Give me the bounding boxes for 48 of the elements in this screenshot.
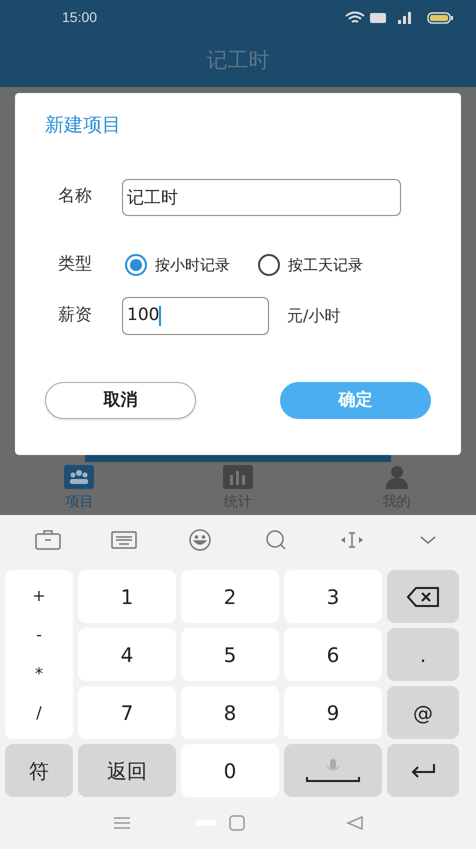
status-time: 15:00 bbox=[62, 8, 98, 27]
symbol-key[interactable]: - bbox=[36, 622, 42, 647]
chart-icon bbox=[222, 464, 254, 490]
symbol-key[interactable]: * bbox=[35, 662, 43, 686]
name-input[interactable]: 记工时 bbox=[122, 178, 401, 216]
keyboard-key[interactable]: 2 bbox=[181, 570, 279, 623]
keyboard-key[interactable]: 5 bbox=[181, 628, 279, 681]
keyboard-key[interactable]: 符 bbox=[5, 744, 73, 797]
unit-label: 元/小时 bbox=[287, 305, 340, 327]
enter-key[interactable] bbox=[387, 744, 459, 797]
keyboard-key[interactable]: 返回 bbox=[78, 744, 176, 797]
backspace-icon bbox=[406, 586, 440, 608]
header-title: 记工时 bbox=[206, 47, 270, 74]
signal-icon bbox=[398, 12, 411, 24]
wage-input[interactable]: 100 bbox=[122, 297, 269, 335]
cancel-button[interactable]: 取消 bbox=[45, 382, 196, 419]
radio-option[interactable]: 按工天记录 bbox=[258, 254, 363, 276]
dialog-title: 新建项目 bbox=[45, 113, 122, 138]
battery-icon bbox=[427, 12, 453, 24]
keyboard-key[interactable]: 9 bbox=[284, 686, 382, 739]
keyboard-key[interactable]: 1 bbox=[78, 570, 176, 623]
radio-button[interactable] bbox=[125, 254, 147, 276]
people-icon bbox=[63, 464, 96, 490]
keyboard-key[interactable]: 7 bbox=[78, 686, 176, 739]
symbol-key[interactable]: / bbox=[36, 701, 42, 726]
radio-button[interactable] bbox=[258, 254, 280, 276]
keyboard-key[interactable]: . bbox=[387, 628, 459, 681]
keyboard-key[interactable]: 0 bbox=[181, 744, 279, 797]
home-icon[interactable] bbox=[196, 815, 248, 831]
radio-label: 按工天记录 bbox=[288, 254, 363, 276]
toolbox-icon[interactable] bbox=[34, 528, 62, 552]
field-label: 类型 bbox=[57, 253, 93, 276]
symbol-key[interactable]: + bbox=[32, 584, 46, 608]
radio-label: 按小时记录 bbox=[155, 254, 230, 276]
menu-icon[interactable] bbox=[112, 816, 132, 830]
wifi-icon bbox=[345, 11, 365, 22]
keyboard-key[interactable]: 3 bbox=[284, 570, 382, 623]
field-label: 名称 bbox=[57, 185, 93, 208]
field-label: 薪资 bbox=[57, 304, 93, 328]
space-key[interactable] bbox=[284, 744, 382, 797]
keyboard-key[interactable]: 6 bbox=[284, 628, 382, 681]
backspace-key[interactable] bbox=[387, 570, 459, 623]
radio-option[interactable]: 按小时记录 bbox=[125, 254, 230, 276]
keyboard-key[interactable]: 4 bbox=[78, 628, 176, 681]
back-icon[interactable] bbox=[346, 815, 364, 831]
keyboard-key[interactable]: @ bbox=[387, 686, 459, 739]
keyboard-key[interactable]: 8 bbox=[181, 686, 279, 739]
space-mic-icon bbox=[305, 756, 361, 784]
